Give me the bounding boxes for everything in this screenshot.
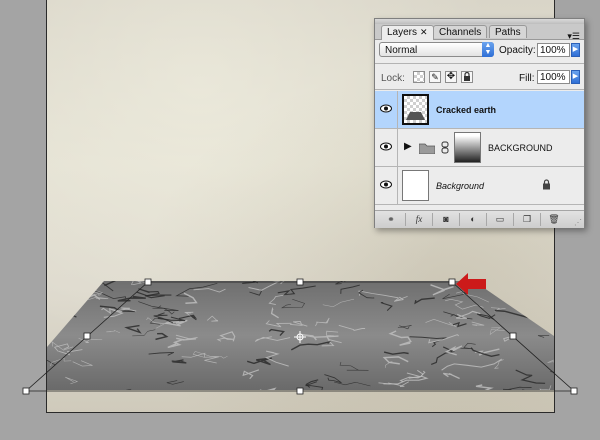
divider [513,213,514,226]
select-stepper-icon: ▲ ▼ [482,42,494,57]
panel-footer: ⚭ fx ◙ ◐ ▭ ❐ 🗑 ⋰ [375,210,584,228]
blend-mode-select[interactable]: Normal ▲ ▼ [379,42,494,57]
lock-icon [543,179,550,190]
tab-paths-label: Paths [495,27,521,38]
expand-triangle-icon[interactable]: ▶ [404,141,412,152]
tab-layers-label: Layers [387,27,418,38]
layer-name[interactable]: Background [436,181,484,191]
layer-name[interactable]: BACKGROUND [488,143,553,153]
lock-all-icon[interactable] [461,71,473,83]
fill-label: Fill: [519,73,535,84]
tab-paths[interactable]: Paths [489,25,527,38]
eye-icon [380,104,392,113]
layer-thumbnail [402,170,429,201]
layer-name[interactable]: Cracked earth [436,105,496,115]
tab-channels-label: Channels [439,27,482,38]
layer-row-cracked-earth[interactable]: Cracked earth [375,91,584,129]
tab-channels[interactable]: Channels [433,25,488,38]
mask-thumbnail [454,132,481,163]
close-icon[interactable]: ✕ [420,27,428,37]
blend-mode-value: Normal [385,45,418,56]
layer-row-background[interactable]: Background [375,167,584,205]
divider [405,213,406,226]
new-layer-icon[interactable]: ❐ [519,214,535,225]
layer-thumbnail [402,94,429,125]
panel-menu-icon[interactable]: ▾☰ [567,31,580,42]
divider [432,213,433,226]
fill-field[interactable]: 100% [537,70,570,84]
fill-arrow-button[interactable]: ▶ [571,70,580,84]
visibility-toggle[interactable] [375,91,398,128]
opacity-arrow-button[interactable]: ▶ [571,43,580,57]
opacity-field[interactable]: 100% [537,43,570,57]
visibility-toggle[interactable] [375,167,398,204]
eye-icon [380,142,392,151]
panel-tabs: Layers ✕ Channels Paths ▾☰ [375,24,584,42]
transform-handle [22,387,30,395]
eye-icon [380,180,392,189]
link-icon[interactable]: ⚭ [383,214,399,225]
lock-transparent-icon[interactable] [413,71,425,83]
mask-icon[interactable]: ◙ [438,214,454,225]
trash-icon[interactable]: 🗑 [546,214,562,225]
red-arrow-icon [456,273,486,295]
tab-layers[interactable]: Layers ✕ [381,25,434,40]
folder-icon [419,143,435,154]
divider [375,63,584,64]
divider [540,213,541,226]
chain-link-icon [441,141,449,154]
visibility-toggle[interactable] [375,129,398,166]
layers-panel: Layers ✕ Channels Paths ▾☰ Normal ▲ ▼ Opac… [374,18,585,228]
transform-handle [570,387,578,395]
lock-image-icon[interactable]: ✎ [429,71,441,83]
divider [375,89,584,90]
layer-row-background-group[interactable]: ▶ BACKGROUND [375,129,584,167]
divider [459,213,460,226]
folder-icon[interactable]: ▭ [492,214,508,225]
lock-label: Lock: [381,73,405,84]
fx-icon[interactable]: fx [411,214,427,225]
divider [486,213,487,226]
opacity-label: Opacity: [499,45,536,56]
lock-position-icon[interactable]: ✥ [445,71,457,83]
resize-grip-icon[interactable]: ⋰ [574,218,582,227]
adjustment-icon[interactable]: ◐ [465,214,481,225]
